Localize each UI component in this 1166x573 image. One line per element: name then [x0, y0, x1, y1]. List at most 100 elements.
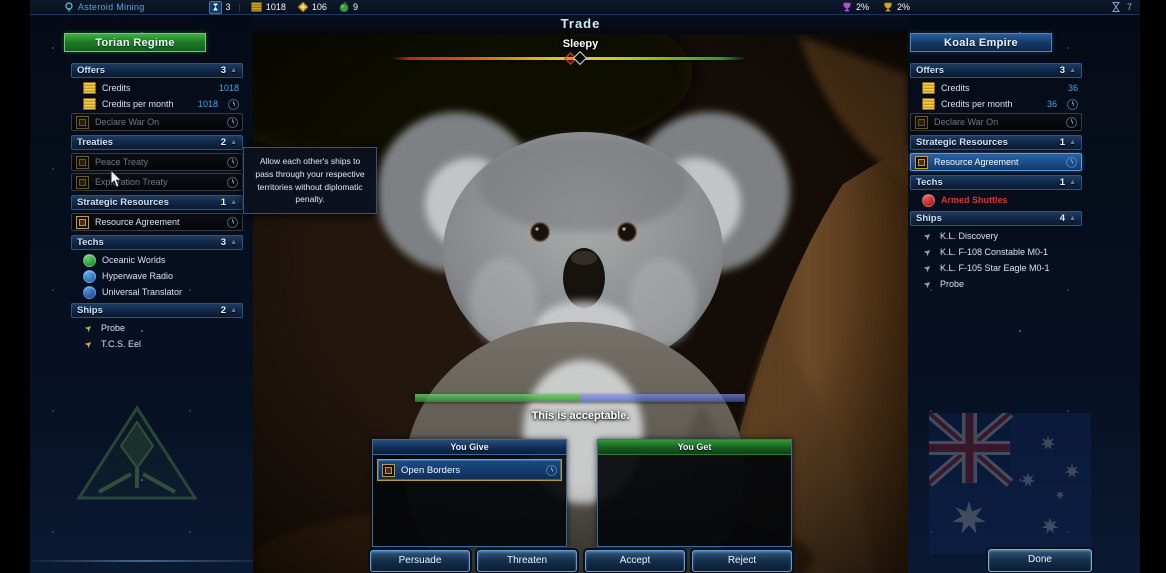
you-give-header: You Give: [373, 440, 566, 455]
research-turns: 3 |: [209, 1, 245, 14]
section-strategic-resources[interactable]: Strategic Resources 1: [71, 195, 243, 210]
treaty-peace[interactable]: Peace Treaty: [71, 153, 243, 171]
section-ships[interactable]: Ships 2: [71, 303, 243, 318]
clock-icon: [1067, 99, 1078, 110]
right-faction-name: Koala Empire: [910, 33, 1052, 52]
collapse-icon[interactable]: [230, 239, 237, 246]
persuade-button[interactable]: Persuade: [370, 550, 470, 572]
tech-armed-shuttles[interactable]: Armed Shuttles: [916, 192, 1082, 208]
section-count: 4: [1060, 213, 1065, 224]
collapse-icon[interactable]: [230, 199, 237, 206]
ship-label: Probe: [940, 279, 964, 289]
clock-icon: [1066, 117, 1077, 128]
left-faction-panel: Torian Regime Offers 3 Credits 1018 Cred…: [62, 33, 250, 352]
done-button[interactable]: Done: [988, 549, 1092, 572]
mood-label: Sleepy: [253, 38, 908, 50]
section-label: Offers: [77, 65, 105, 76]
accept-button[interactable]: Accept: [585, 550, 685, 572]
section-label: Techs: [77, 237, 104, 248]
collapse-icon[interactable]: [1069, 67, 1076, 74]
ship-icon: [922, 278, 934, 290]
section-offers[interactable]: Offers 3: [910, 63, 1082, 78]
separator: |: [239, 2, 241, 12]
tech-hyperwave-radio[interactable]: Hyperwave Radio: [77, 268, 243, 284]
section-ships[interactable]: Ships 4: [910, 211, 1082, 226]
tithe-value: 106: [312, 2, 327, 12]
section-techs[interactable]: Techs 3: [71, 235, 243, 250]
research-label: Asteroid Mining: [78, 2, 145, 12]
purple-trophy-icon: [842, 2, 852, 12]
section-strategic-resources[interactable]: Strategic Resources 1: [910, 135, 1082, 150]
section-label: Strategic Resources: [916, 137, 1008, 148]
ship-probe[interactable]: Probe: [77, 320, 243, 336]
offer-credits-per-month[interactable]: Credits per month 36: [916, 96, 1082, 112]
tithe-icon: [298, 2, 308, 12]
clock-icon: [227, 177, 238, 188]
give-item-open-borders[interactable]: Open Borders: [377, 459, 562, 481]
treaty-icon: [915, 156, 928, 169]
ship-tcs-eel[interactable]: T.C.S. Eel: [77, 336, 243, 352]
tech-label: Universal Translator: [102, 287, 182, 297]
you-get-box: You Get: [597, 439, 792, 547]
offer-declare-war[interactable]: Declare War On: [910, 113, 1082, 131]
give-item-label: Open Borders: [401, 465, 460, 476]
offer-credits[interactable]: Credits 1018: [77, 80, 243, 96]
resource-agreement[interactable]: Resource Agreement: [71, 213, 243, 231]
screen-title: Trade: [253, 14, 908, 34]
offer-label: Declare War On: [934, 117, 998, 127]
ship-label: K.L. F-105 Star Eagle M0-1: [940, 263, 1050, 273]
left-panel-divider: [32, 560, 253, 562]
ship-icon: [83, 322, 95, 334]
treaty-exploration[interactable]: Exploration Treaty: [71, 173, 243, 191]
food-icon: [339, 2, 349, 12]
section-offers[interactable]: Offers 3: [71, 63, 243, 78]
offer-credits-per-month[interactable]: Credits per month 1018: [77, 96, 243, 112]
offer-credits[interactable]: Credits 36: [916, 80, 1082, 96]
credits-icon: [83, 82, 96, 94]
reject-button[interactable]: Reject: [692, 550, 792, 572]
collapse-icon[interactable]: [230, 307, 237, 314]
resource-agreement-selected[interactable]: Resource Agreement: [910, 153, 1082, 171]
clock-icon: [227, 117, 238, 128]
collapse-icon[interactable]: [1069, 139, 1076, 146]
treaty-label: Exploration Treaty: [95, 177, 168, 187]
threaten-button[interactable]: Threaten: [477, 550, 577, 572]
credits-counter: 1018: [251, 2, 286, 12]
offer-label: Credits per month: [941, 99, 1013, 109]
right-black-edge: [1140, 0, 1166, 573]
section-techs[interactable]: Techs 1: [910, 175, 1082, 190]
offer-declare-war[interactable]: Declare War On: [71, 113, 243, 131]
culture-progress[interactable]: 2%: [842, 2, 869, 12]
collapse-icon[interactable]: [1069, 179, 1076, 186]
ship-kl-f105-star-eagle[interactable]: K.L. F-105 Star Eagle M0-1: [916, 260, 1082, 276]
section-label: Offers: [916, 65, 944, 76]
torian-emblem: [75, 404, 200, 504]
open-borders-tooltip: Allow each other's ships to pass through…: [243, 147, 377, 214]
collapse-icon[interactable]: [230, 67, 237, 74]
ship-kl-discovery[interactable]: K.L. Discovery: [916, 228, 1082, 244]
tech-universal-translator[interactable]: Universal Translator: [77, 284, 243, 300]
ship-kl-f108-constable[interactable]: K.L. F-108 Constable M0-1: [916, 244, 1082, 260]
collapse-icon[interactable]: [1069, 215, 1076, 222]
collapse-icon[interactable]: [230, 139, 237, 146]
ship-probe[interactable]: Probe: [916, 276, 1082, 292]
gold-trophy-icon: [883, 2, 893, 12]
food-value: 9: [353, 2, 358, 12]
top-resource-bar: Asteroid Mining 3 | 1018 106: [30, 0, 1140, 15]
acceptance-meter-green: [415, 394, 580, 402]
treaty-icon: [382, 464, 395, 477]
acceptance-meter-blue: [580, 394, 745, 402]
section-count: 3: [221, 65, 226, 76]
prestige-progress[interactable]: 2%: [883, 2, 910, 12]
ship-icon: [83, 338, 95, 350]
treaty-icon: [915, 116, 928, 129]
research-status[interactable]: Asteroid Mining: [64, 2, 145, 13]
credits-value: 1018: [266, 2, 286, 12]
tech-oceanic-worlds[interactable]: Oceanic Worlds: [77, 252, 243, 268]
offer-label: Credits: [102, 83, 131, 93]
section-treaties[interactable]: Treaties 2: [71, 135, 243, 150]
section-count: 3: [1060, 65, 1065, 76]
clock-icon: [228, 99, 239, 110]
offer-value: 36: [1047, 99, 1057, 109]
treaty-icon: [76, 156, 89, 169]
